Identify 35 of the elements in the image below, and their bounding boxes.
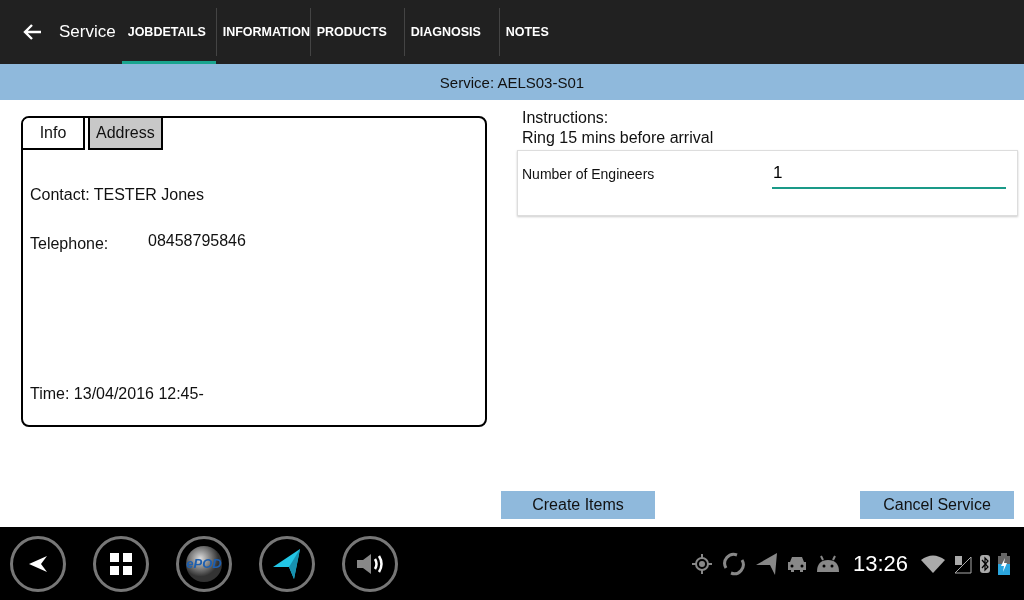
telephone-label: Telephone: <box>30 235 110 253</box>
navigation-button[interactable] <box>259 535 315 592</box>
contact-text: Contact: TESTER Jones <box>30 186 205 204</box>
car-icon <box>786 555 807 572</box>
instructions-label: Instructions: <box>522 108 610 128</box>
time-text: Time: 13/04/2016 12:45- <box>30 385 205 403</box>
tab[interactable]: INFORMATION <box>216 0 310 64</box>
battery-charging-icon <box>998 552 1010 575</box>
action-button[interactable]: Create Items <box>501 491 655 519</box>
sync-icon <box>720 550 747 577</box>
tab[interactable]: PRODUCTS <box>310 0 404 64</box>
apps-grid-icon <box>110 552 132 575</box>
location-target-icon <box>690 552 713 575</box>
android-icon <box>814 554 841 573</box>
screen-title: Service <box>58 21 117 43</box>
instructions-text: Ring 15 mins before arrival <box>522 128 715 148</box>
speaker-icon <box>355 551 385 576</box>
action-button[interactable]: Cancel Service <box>860 491 1014 519</box>
card-tab[interactable]: Address <box>88 118 163 150</box>
no-sim-signal-icon <box>954 553 972 574</box>
card-tab[interactable]: Info <box>23 118 85 150</box>
navigation-arrow-icon <box>754 551 779 576</box>
field-label: Number of Engineers <box>522 166 656 182</box>
clock-time: 13:26 <box>852 550 908 577</box>
telephone-value: 08458795846 <box>148 232 246 251</box>
apps-button[interactable] <box>93 535 149 592</box>
tab[interactable]: NOTES <box>499 0 594 64</box>
wifi-icon <box>920 553 946 574</box>
tab[interactable]: DIAGNOSIS <box>404 0 499 64</box>
volume-button[interactable] <box>342 535 398 592</box>
header-bar: Service: AELS03-S01 <box>0 64 1024 100</box>
navigation-arrow-icon <box>272 546 302 581</box>
bluetooth-icon <box>980 553 990 574</box>
back-button[interactable] <box>10 535 66 592</box>
engineers-input[interactable]: 1 <box>772 163 1006 189</box>
